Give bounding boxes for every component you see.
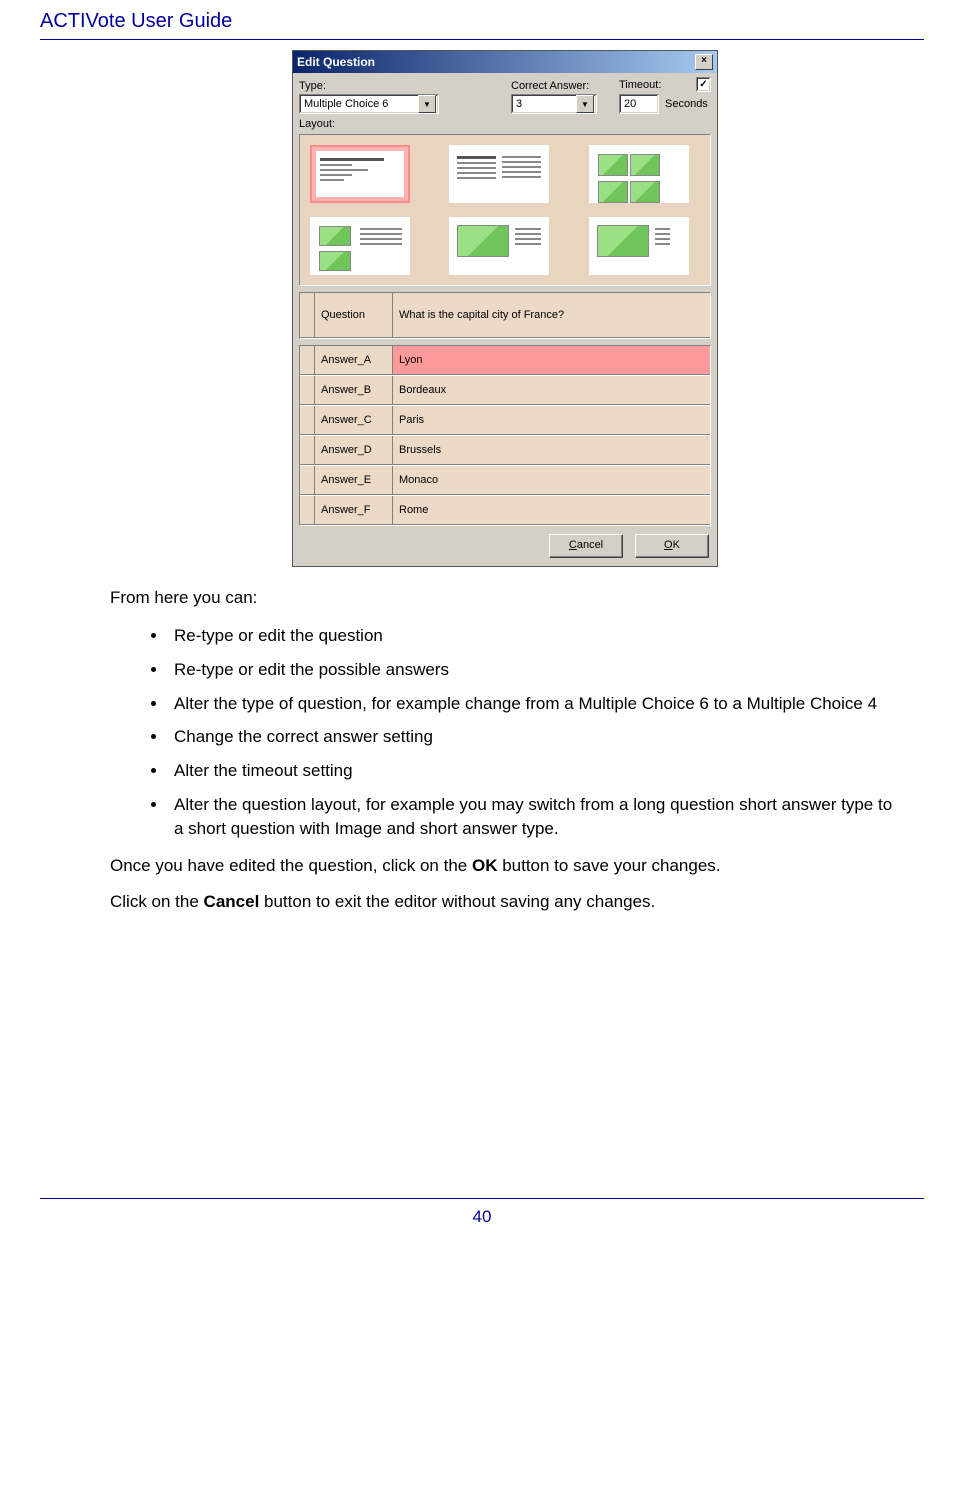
- answer-input[interactable]: Monaco: [393, 466, 710, 494]
- answer-row: Answer_CParis: [300, 405, 710, 435]
- answer-input[interactable]: Lyon: [393, 346, 710, 374]
- timeout-label: Timeout:: [619, 79, 661, 91]
- timeout-value: 20: [624, 98, 636, 110]
- bullet-item: Change the correct answer setting: [168, 725, 900, 749]
- edit-question-dialog: Edit Question × Type: Multiple Choice 6 …: [292, 50, 718, 567]
- layout-label: Layout:: [299, 118, 711, 130]
- chevron-down-icon[interactable]: ▼: [418, 95, 436, 113]
- bullet-item: Re-type or edit the question: [168, 624, 900, 648]
- layout-option-4[interactable]: [310, 217, 410, 275]
- dialog-title: Edit Question: [297, 55, 375, 69]
- question-label: Question: [315, 293, 393, 337]
- answer-input[interactable]: Brussels: [393, 436, 710, 464]
- header-rule: [40, 39, 924, 40]
- close-icon[interactable]: ×: [695, 54, 713, 70]
- bullet-item: Re-type or edit the possible answers: [168, 658, 900, 682]
- paragraph-ok: Once you have edited the question, click…: [110, 855, 900, 878]
- layout-option-3[interactable]: [589, 145, 689, 203]
- answer-row: Answer_DBrussels: [300, 435, 710, 465]
- intro-text: From here you can:: [110, 587, 900, 610]
- bullet-list: Re-type or edit the question Re-type or e…: [110, 624, 900, 841]
- bullet-item: Alter the timeout setting: [168, 759, 900, 783]
- answer-row: Answer_FRome: [300, 495, 710, 525]
- question-panel: Question What is the capital city of Fra…: [299, 292, 711, 339]
- answer-label: Answer_C: [315, 406, 393, 434]
- layout-option-1[interactable]: [310, 145, 410, 203]
- answer-label: Answer_B: [315, 376, 393, 404]
- page-number: 40: [40, 1207, 924, 1227]
- correct-answer-select[interactable]: 3 ▼: [511, 94, 597, 114]
- layout-option-5[interactable]: [449, 217, 549, 275]
- timeout-input[interactable]: 20: [619, 94, 659, 114]
- answer-label: Answer_A: [315, 346, 393, 374]
- dialog-titlebar: Edit Question ×: [293, 51, 717, 73]
- bullet-item: Alter the type of question, for example …: [168, 692, 900, 716]
- type-select[interactable]: Multiple Choice 6 ▼: [299, 94, 439, 114]
- type-label: Type:: [299, 80, 439, 92]
- seconds-label: Seconds: [665, 98, 708, 110]
- layout-option-6[interactable]: [589, 217, 689, 275]
- answer-label: Answer_E: [315, 466, 393, 494]
- ok-button[interactable]: OK: [635, 534, 709, 558]
- answers-panel: Answer_ALyonAnswer_BBordeauxAnswer_CPari…: [299, 345, 711, 526]
- footer-rule: [40, 1198, 924, 1199]
- answer-input[interactable]: Paris: [393, 406, 710, 434]
- answer-input[interactable]: Rome: [393, 496, 710, 524]
- answer-label: Answer_D: [315, 436, 393, 464]
- cancel-button[interactable]: Cancel: [549, 534, 623, 558]
- answer-label: Answer_F: [315, 496, 393, 524]
- layout-option-2[interactable]: [449, 145, 549, 203]
- answer-row: Answer_ALyon: [300, 346, 710, 375]
- page-header: ACTIVote User Guide: [40, 10, 924, 39]
- chevron-down-icon[interactable]: ▼: [576, 95, 594, 113]
- bullet-item: Alter the question layout, for example y…: [168, 793, 900, 841]
- question-input[interactable]: What is the capital city of France?: [393, 293, 710, 337]
- correct-answer-value: 3: [516, 98, 576, 110]
- answer-input[interactable]: Bordeaux: [393, 376, 710, 404]
- layout-options: [299, 134, 711, 286]
- answer-row: Answer_BBordeaux: [300, 375, 710, 405]
- paragraph-cancel: Click on the Cancel button to exit the e…: [110, 891, 900, 914]
- correct-answer-label: Correct Answer:: [511, 80, 597, 92]
- answer-row: Answer_EMonaco: [300, 465, 710, 495]
- type-value: Multiple Choice 6: [304, 98, 418, 110]
- timeout-checkbox[interactable]: ✓: [696, 77, 711, 92]
